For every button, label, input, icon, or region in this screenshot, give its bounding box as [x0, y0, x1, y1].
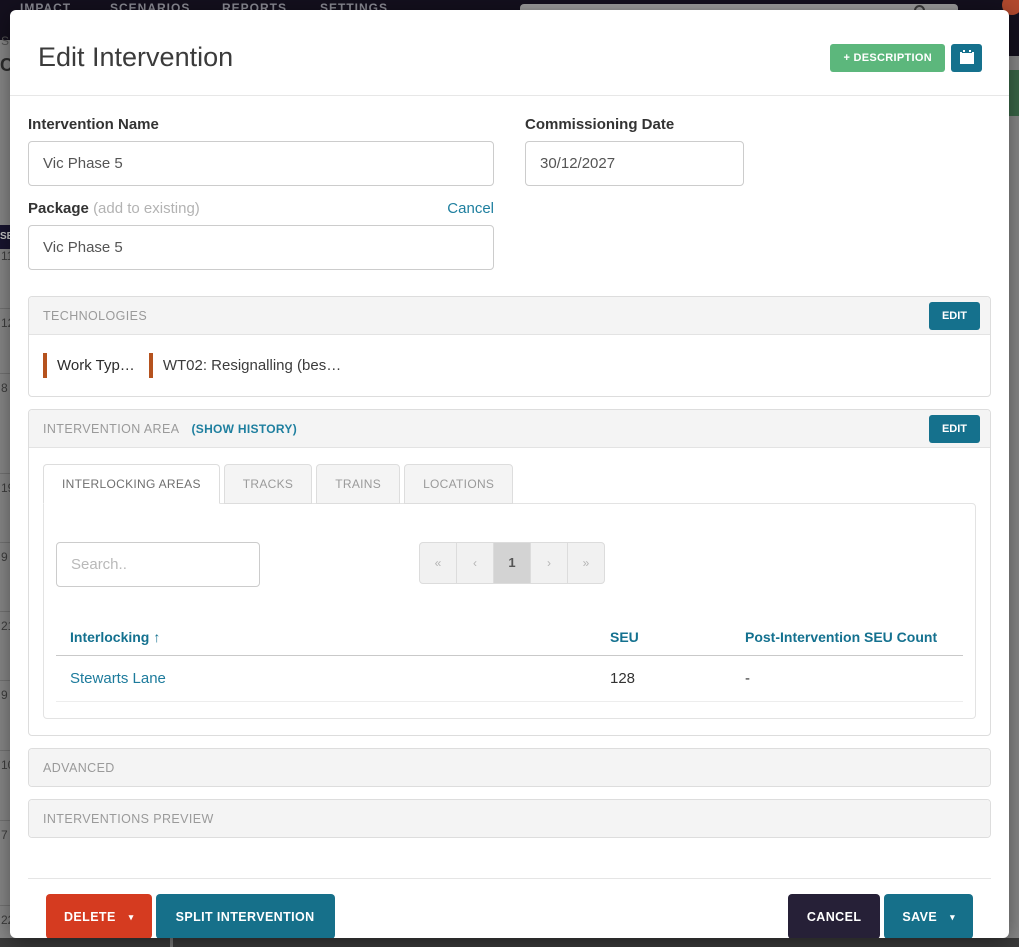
technology-chip: Work Typ…: [43, 353, 135, 378]
post-seu-value: -: [731, 656, 963, 702]
package-input[interactable]: [28, 225, 494, 270]
technology-chip: WT02: Resignalling (bes…: [149, 353, 341, 378]
delete-button[interactable]: DELETE▾: [46, 894, 152, 938]
background-row-line: [0, 820, 10, 821]
background-row-line: [0, 611, 10, 612]
technologies-edit-button[interactable]: EDIT: [929, 302, 980, 330]
intervention-area-body: INTERLOCKING AREAS TRACKS TRAINS LOCATIO…: [29, 447, 990, 735]
modal-footer: DELETE▾ SPLIT INTERVENTION CANCEL SAVE▾: [28, 878, 991, 938]
background-green-button: [1009, 70, 1019, 116]
column-header-seu[interactable]: SEU: [596, 619, 731, 656]
pagination-last-button[interactable]: »: [567, 542, 605, 584]
background-footer: [0, 938, 1019, 947]
intervention-area-title: INTERVENTION AREA: [43, 422, 179, 436]
background-row-line: [0, 373, 10, 374]
technologies-title: TECHNOLOGIES: [43, 309, 147, 323]
seu-value: 128: [596, 656, 731, 702]
advanced-header[interactable]: ADVANCED: [29, 749, 990, 786]
background-text: S: [1, 34, 9, 48]
package-label: Package (add to existing): [28, 200, 200, 217]
background-row-line: [0, 542, 10, 543]
technologies-body: Work Typ… WT02: Resignalling (bes…: [29, 334, 990, 396]
commissioning-date-group: Commissioning Date: [525, 116, 744, 186]
interventions-preview-panel: INTERVENTIONS PREVIEW: [28, 799, 991, 838]
sort-ascending-icon: ↑: [153, 629, 160, 645]
tab-interlocking-areas[interactable]: INTERLOCKING AREAS: [43, 464, 220, 504]
interlocking-search-input[interactable]: [56, 542, 260, 587]
background-row-line: [0, 905, 10, 906]
edit-intervention-modal: Edit Intervention + DESCRIPTION Interven…: [10, 10, 1009, 938]
tab-tracks[interactable]: TRACKS: [224, 464, 312, 504]
intervention-area-edit-button[interactable]: EDIT: [929, 415, 980, 443]
column-header-post-seu[interactable]: Post-Intervention SEU Count: [731, 619, 963, 656]
intervention-name-input[interactable]: [28, 141, 494, 186]
split-intervention-button[interactable]: SPLIT INTERVENTION: [156, 894, 335, 938]
background-row-line: [0, 750, 10, 751]
cancel-button[interactable]: CANCEL: [788, 894, 880, 938]
table-row: Stewarts Lane 128 -: [56, 656, 963, 702]
caret-down-icon: ▾: [129, 912, 134, 923]
commissioning-date-label: Commissioning Date: [525, 116, 744, 133]
intervention-name-group: Intervention Name: [28, 116, 494, 186]
pagination: « ‹ 1 › »: [419, 542, 605, 584]
background-row-line: [0, 473, 10, 474]
commissioning-date-input[interactable]: [525, 141, 744, 186]
package-cancel-link[interactable]: Cancel: [447, 200, 494, 217]
background-row-number: 8: [1, 381, 8, 395]
background-row-line: [0, 680, 10, 681]
modal-header: Edit Intervention + DESCRIPTION: [10, 10, 1009, 96]
background-row-line: [0, 308, 10, 309]
background-row-number: 9: [1, 688, 8, 702]
package-hint: (add to existing): [93, 200, 200, 217]
intervention-name-label: Intervention Name: [28, 116, 494, 133]
add-description-button[interactable]: + DESCRIPTION: [830, 44, 945, 72]
header-actions: + DESCRIPTION: [830, 44, 982, 72]
form-row-top: Intervention Name Commissioning Date: [28, 116, 991, 186]
pagination-page-1[interactable]: 1: [493, 542, 531, 584]
pagination-first-button[interactable]: «: [419, 542, 457, 584]
show-history-link[interactable]: (SHOW HISTORY): [191, 422, 297, 436]
background-footer-notch: [170, 938, 173, 947]
background-row-number: 7: [1, 828, 8, 842]
tab-trains[interactable]: TRAINS: [316, 464, 400, 504]
modal-body: Intervention Name Commissioning Date Pac…: [10, 96, 1009, 938]
interventions-preview-title: INTERVENTIONS PREVIEW: [43, 812, 214, 826]
save-button[interactable]: SAVE▾: [884, 894, 973, 938]
interventions-preview-header[interactable]: INTERVENTIONS PREVIEW: [29, 800, 990, 837]
column-header-interlocking[interactable]: Interlocking↑: [56, 619, 596, 656]
intervention-area-panel: INTERVENTION AREA (SHOW HISTORY) EDIT IN…: [28, 409, 991, 736]
interlocking-link-stewarts-lane[interactable]: Stewarts Lane: [70, 670, 166, 687]
calendar-icon: [960, 50, 974, 67]
technologies-header[interactable]: TECHNOLOGIES EDIT: [29, 297, 990, 334]
intervention-area-header[interactable]: INTERVENTION AREA (SHOW HISTORY) EDIT: [29, 410, 990, 447]
caret-down-icon: ▾: [950, 912, 955, 923]
calendar-button[interactable]: [951, 44, 982, 72]
advanced-title: ADVANCED: [43, 761, 115, 775]
advanced-panel: ADVANCED: [28, 748, 991, 787]
pagination-prev-button[interactable]: ‹: [456, 542, 494, 584]
interlocking-areas-tab-content: « ‹ 1 › » Interlocking↑: [43, 503, 976, 719]
tab-locations[interactable]: LOCATIONS: [404, 464, 513, 504]
package-group: Package (add to existing) Cancel: [28, 200, 494, 270]
technologies-panel: TECHNOLOGIES EDIT Work Typ… WT02: Resign…: [28, 296, 991, 397]
pagination-next-button[interactable]: ›: [530, 542, 568, 584]
background-row-number: 9: [1, 550, 8, 564]
interlocking-table: Interlocking↑ SEU Post-Intervention SEU …: [56, 619, 963, 702]
intervention-area-tabs: INTERLOCKING AREAS TRACKS TRAINS LOCATIO…: [43, 464, 976, 503]
